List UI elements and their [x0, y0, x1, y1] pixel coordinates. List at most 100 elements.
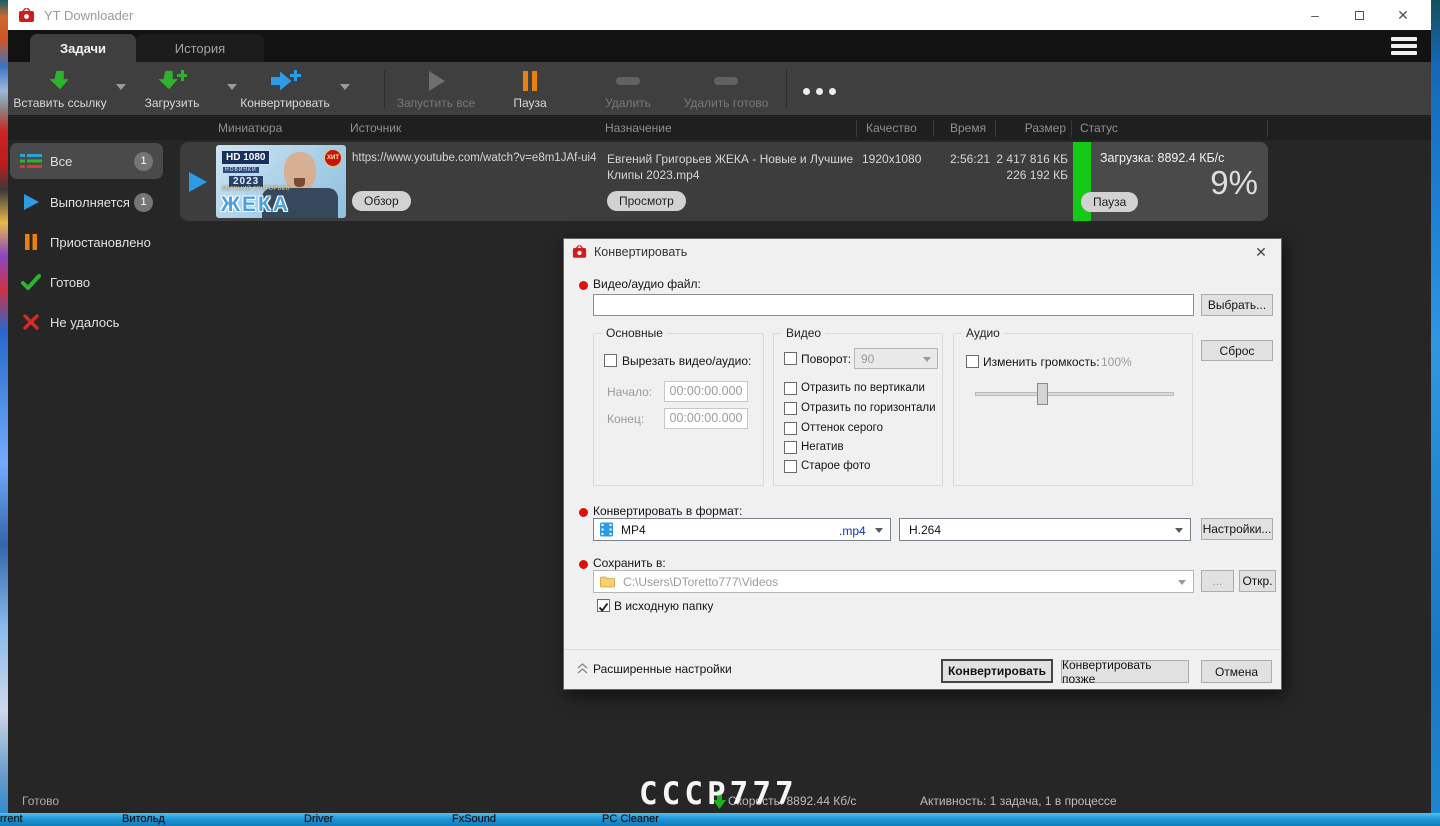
- sidebar-item-done[interactable]: Готово: [10, 264, 163, 300]
- more-actions-button[interactable]: [803, 88, 836, 95]
- taskbar-item[interactable]: Витольд: [122, 813, 165, 825]
- checkmark-icon: [598, 602, 609, 612]
- header-status: Статус: [1080, 121, 1118, 135]
- convert-confirm-button[interactable]: Конвертировать: [941, 659, 1053, 683]
- window-title: YT Downloader: [44, 7, 134, 23]
- flip-vertical-checkbox[interactable]: [784, 382, 797, 395]
- taskbar-item[interactable]: FxSound: [452, 813, 496, 825]
- taskbar-item[interactable]: PC Cleaner: [602, 813, 659, 825]
- menu-icon[interactable]: [1391, 37, 1417, 55]
- convert-dropdown-caret[interactable]: [340, 84, 350, 90]
- codec-select[interactable]: H.264: [899, 518, 1191, 541]
- rotate-checkbox[interactable]: [784, 352, 797, 365]
- running-count-badge: 1: [134, 192, 153, 212]
- header-thumbnail: Миниатюра: [218, 121, 283, 135]
- old-photo-checkbox[interactable]: [784, 460, 797, 473]
- delete-icon: [616, 77, 640, 85]
- failed-icon: [20, 314, 42, 330]
- dialog-title-bar: Конвертировать ✕: [564, 239, 1281, 265]
- table-row[interactable]: HD 1080 НОВИНКИ 2023 ХИТ ЕВГЕНИЙ ГРИГОРЬ…: [180, 142, 1268, 221]
- close-button[interactable]: ✕: [1381, 0, 1425, 30]
- folder-icon: [600, 576, 615, 587]
- sidebar-item-all[interactable]: Все 1: [10, 143, 163, 179]
- row-status-text: Загрузка: 8892.4 КБ/с: [1100, 151, 1225, 165]
- sidebar-item-running[interactable]: Выполняется 1: [10, 184, 163, 220]
- dialog-close-icon[interactable]: ✕: [1251, 243, 1271, 261]
- format-extension: .mp4: [839, 524, 866, 538]
- same-folder-checkbox[interactable]: [597, 599, 610, 612]
- volume-slider-handle[interactable]: [1037, 383, 1048, 405]
- file-input[interactable]: [593, 294, 1194, 316]
- start-all-button[interactable]: Запустить все: [386, 66, 486, 112]
- taskbar-item[interactable]: Driver: [304, 813, 333, 825]
- flip-horizontal-checkbox[interactable]: [784, 402, 797, 415]
- save-path-select[interactable]: C:\Users\DToretto777\Videos: [593, 570, 1194, 593]
- thumb-hd-badge: HD 1080: [221, 150, 271, 165]
- paste-link-dropdown-caret[interactable]: [116, 84, 126, 90]
- tab-history[interactable]: История: [136, 34, 264, 62]
- sidebar-item-paused[interactable]: Приостановлено: [10, 224, 163, 260]
- convert-button[interactable]: Конвертировать: [230, 66, 340, 112]
- row-quality: 1920x1080: [862, 152, 922, 166]
- required-dot-save: [579, 560, 588, 569]
- table-header: Миниатюра Источник Назначение Качество В…: [8, 117, 1431, 140]
- start-all-icon: [429, 71, 445, 91]
- cancel-button[interactable]: Отмена: [1201, 660, 1272, 683]
- paste-link-button[interactable]: Вставить ссылку: [8, 66, 112, 112]
- minimize-button[interactable]: –: [1293, 0, 1337, 30]
- reset-button[interactable]: Сброс: [1201, 340, 1273, 361]
- row-size: 2 417 816 КБ 226 192 КБ: [996, 152, 1068, 183]
- start-time-field[interactable]: 00:00:00.000: [664, 381, 748, 402]
- sidebar-item-failed[interactable]: Не удалось: [10, 304, 163, 340]
- choose-file-button[interactable]: Выбрать...: [1201, 294, 1273, 316]
- volume-slider-track[interactable]: [975, 392, 1174, 396]
- desktop-taskbar: rrent Витольд Driver FxSound PC Cleaner: [0, 813, 1440, 826]
- row-pause-button[interactable]: Пауза: [1081, 192, 1139, 212]
- list-all-icon: [20, 153, 42, 169]
- settings-button[interactable]: Настройки...: [1201, 518, 1273, 540]
- advanced-settings-toggle[interactable]: Расширенные настройки: [593, 662, 732, 676]
- tab-tasks[interactable]: Задачи: [30, 34, 136, 62]
- required-dot-file: [579, 281, 588, 290]
- group-video: Видео Поворот: 90 Отразить по вертикали …: [773, 326, 943, 486]
- thumb-sub-badge: НОВИНКИ: [223, 167, 259, 173]
- row-destination: Евгений Григорьев ЖЕКА - Новые и Лучшие …: [607, 152, 854, 183]
- required-dot-format: [579, 508, 588, 517]
- toolbar: Вставить ссылку Загрузить Конвертировать…: [8, 62, 1431, 116]
- negative-checkbox[interactable]: [784, 441, 797, 454]
- download-icon: [158, 70, 187, 90]
- convert-later-button[interactable]: Конвертировать позже: [1061, 658, 1189, 686]
- pause-icon: [523, 71, 537, 91]
- pause-button[interactable]: Пауза: [499, 66, 561, 112]
- cut-checkbox[interactable]: [604, 354, 617, 367]
- desktop-left-strip: [0, 0, 8, 826]
- row-preview-button[interactable]: Просмотр: [607, 191, 686, 211]
- delete-done-icon: [714, 77, 738, 85]
- thumb-artist: ЕВГЕНИЙ ГРИГОРЬЕВ: [222, 186, 291, 192]
- row-overview-button[interactable]: Обзор: [352, 191, 411, 211]
- delete-button[interactable]: Удалить: [588, 66, 668, 112]
- header-time: Время: [950, 121, 987, 135]
- browse-button[interactable]: ...: [1201, 570, 1234, 592]
- header-quality: Качество: [866, 121, 917, 135]
- app-tv-icon: [19, 7, 34, 22]
- row-play-button[interactable]: [186, 170, 208, 199]
- status-activity: Активность: 1 задача, 1 в процессе: [920, 794, 1117, 808]
- row-status-cell: Загрузка: 8892.4 КБ/с 9% Пауза: [1073, 142, 1268, 221]
- rotate-select[interactable]: 90: [854, 348, 938, 369]
- format-select[interactable]: MP4 .mp4: [593, 518, 891, 541]
- open-folder-button[interactable]: Откр.: [1239, 570, 1276, 592]
- maximize-button[interactable]: [1337, 0, 1381, 30]
- download-button[interactable]: Загрузить: [131, 66, 213, 112]
- header-destination: Назначение: [605, 121, 672, 135]
- desktop-right-strip: [1431, 0, 1440, 826]
- delete-done-button[interactable]: Удалить готово: [676, 66, 776, 112]
- end-time-field[interactable]: 00:00:00.000: [664, 408, 748, 429]
- dialog-tv-icon: [572, 245, 587, 258]
- grayscale-checkbox[interactable]: [784, 422, 797, 435]
- row-source-url: https://www.youtube.com/watch?v=e8m1JAf-…: [352, 152, 597, 164]
- dialog-title: Конвертировать: [594, 245, 688, 259]
- same-folder-label: В исходную папку: [614, 599, 714, 613]
- volume-checkbox[interactable]: [966, 355, 979, 368]
- taskbar-item[interactable]: rrent: [0, 813, 23, 825]
